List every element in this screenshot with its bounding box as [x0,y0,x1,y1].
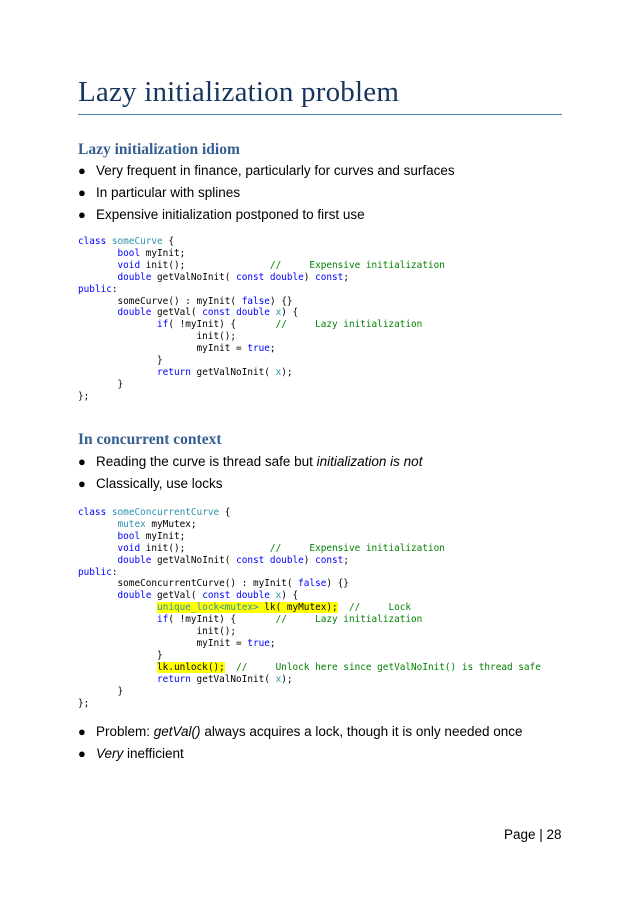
section-heading-concurrent: In concurrent context [78,431,222,448]
highlight-unlock-line: lk.unlock(); [157,661,225,673]
list-item: ● Very inefficient [78,743,523,765]
list-item: ● Classically, use locks [78,473,422,495]
list-item: ● Very frequent in finance, particularly … [78,160,455,182]
bullet-dot-icon: ● [78,476,86,491]
bullet-list-lazy-idiom: ● Very frequent in finance, particularly … [78,160,455,226]
title-underline [78,114,562,115]
page-number: Page | 28 [504,827,562,842]
list-item: ● Expensive initialization postponed to f… [78,204,455,226]
bullet-dot-icon: ● [78,163,86,178]
document-page: Lazy initialization problem Lazy initial… [0,0,638,903]
list-item: ● In particular with splines [78,182,455,204]
bullet-list-problem: ● Problem: getVal() always acquires a loc… [78,721,523,765]
bullet-dot-icon: ● [78,207,86,222]
bullet-dot-icon: ● [78,185,86,200]
bullet-dot-icon: ● [78,724,86,739]
list-item: ● Problem: getVal() always acquires a loc… [78,721,523,743]
page-title: Lazy initialization problem [78,76,400,108]
list-item: ● Reading the curve is thread safe but in… [78,451,422,473]
code-block-concurrent-curve: class someConcurrentCurve { mutex myMute… [78,507,541,709]
bullet-dot-icon: ● [78,454,86,469]
code-block-lazy-curve: class someCurve { bool myInit; void init… [78,236,445,402]
section-heading-lazy-idiom: Lazy initialization idiom [78,141,240,158]
bullet-dot-icon: ● [78,746,86,761]
highlight-lock-line: unique_lock<mutex> lk( myMutex); [157,602,338,614]
bullet-list-concurrent: ● Reading the curve is thread safe but in… [78,451,422,495]
